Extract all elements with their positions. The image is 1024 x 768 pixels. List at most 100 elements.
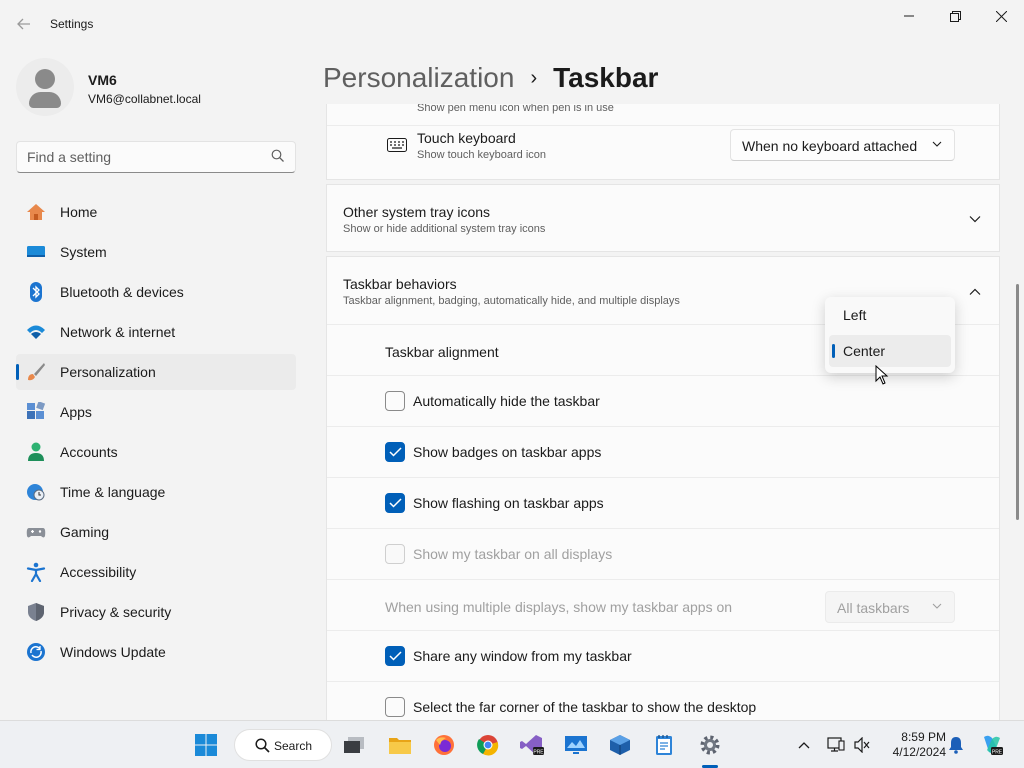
apps-icon [27, 402, 46, 419]
share-window-label: Share any window from my taskbar [413, 648, 632, 664]
back-button[interactable] [10, 10, 38, 38]
notepad-button[interactable] [648, 729, 680, 761]
auto-hide-checkbox[interactable] [385, 391, 405, 411]
taskbar-search-label: Search [274, 739, 313, 753]
system-icon [27, 246, 45, 257]
touch-keyboard-dropdown[interactable]: When no keyboard attached [730, 129, 955, 161]
sidebar-item-apps[interactable]: Apps [16, 394, 296, 430]
show-badges-checkbox[interactable] [385, 442, 405, 462]
other-tray-title: Other system tray icons [343, 204, 491, 220]
dropdown-value: When no keyboard attached [742, 138, 918, 154]
settings-content: Show pen menu icon when pen is in use To… [326, 104, 1000, 720]
chevron-up-icon[interactable] [969, 288, 981, 296]
page-title: Taskbar [553, 62, 659, 93]
user-email: VM6@collabnet.local [88, 92, 201, 106]
all-displays-label: Show my taskbar on all displays [413, 546, 613, 562]
chevron-down-icon[interactable] [969, 215, 981, 223]
sidebar-item-privacy[interactable]: Privacy & security [16, 594, 296, 630]
auto-hide-label: Automatically hide the taskbar [413, 393, 600, 409]
settings-search[interactable] [16, 141, 296, 173]
visual-studio-icon: PRE [520, 735, 544, 756]
scrollbar-thumb[interactable] [1016, 284, 1019, 520]
volume-button[interactable] [848, 729, 876, 761]
windows-taskbar: Search PRE 8:59 PM 4/12/2024 PRE [0, 720, 1024, 768]
other-tray-icons-card[interactable]: Other system tray icons Show or hide add… [326, 184, 1000, 252]
file-explorer-icon [389, 738, 411, 754]
maximize-button[interactable] [932, 0, 978, 32]
close-button[interactable] [978, 0, 1024, 32]
start-button[interactable] [190, 729, 222, 761]
volume-muted-icon [854, 737, 870, 753]
firefox-icon [434, 735, 454, 755]
sidebar-item-label: Windows Update [60, 644, 166, 660]
start-icon [195, 734, 217, 756]
share-window-checkbox[interactable] [385, 646, 405, 666]
search-input[interactable] [17, 142, 257, 172]
update-icon [27, 643, 45, 661]
user-name: VM6 [88, 72, 117, 88]
gamepad-icon [26, 528, 46, 538]
behaviors-title: Taskbar behaviors [343, 276, 457, 292]
minimize-button[interactable] [886, 0, 932, 32]
file-explorer-button[interactable] [384, 729, 416, 761]
sidebar-item-personalization[interactable]: Personalization [16, 354, 296, 390]
notifications-button[interactable] [944, 729, 968, 761]
user-profile[interactable]: VM6 VM6@collabnet.local [16, 58, 296, 118]
far-corner-checkbox[interactable] [385, 697, 405, 717]
network-status-button[interactable] [822, 729, 850, 761]
sidebar-item-accounts[interactable]: Accounts [16, 434, 296, 470]
far-corner-label: Select the far corner of the taskbar to … [413, 699, 757, 715]
sidebar-item-label: Gaming [60, 524, 110, 540]
sidebar-item-windows-update[interactable]: Windows Update [16, 634, 296, 670]
taskbar-search[interactable]: Search [234, 729, 332, 761]
touch-keyboard-subtitle: Show touch keyboard icon [417, 149, 547, 161]
visual-studio-button[interactable]: PRE [516, 729, 548, 761]
sidebar-item-home[interactable]: Home [16, 194, 296, 230]
shield-icon [28, 603, 44, 621]
other-tray-subtitle: Show or hide additional system tray icon… [343, 223, 546, 235]
svg-text:PRE: PRE [992, 750, 1003, 756]
show-flashing-label: Show flashing on taskbar apps [413, 495, 604, 511]
multi-display-dropdown[interactable]: All taskbars [825, 591, 955, 623]
copilot-button[interactable]: PRE [976, 729, 1008, 761]
app-title: Settings [50, 17, 94, 31]
all-displays-checkbox[interactable] [385, 544, 405, 564]
sidebar-item-label: Network & internet [60, 324, 176, 340]
back-arrow-icon [17, 18, 30, 30]
settings-button[interactable] [694, 729, 726, 761]
chevron-down-icon [932, 603, 942, 609]
minimize-icon [904, 15, 914, 17]
task-view-button[interactable] [338, 729, 370, 761]
firefox-button[interactable] [428, 729, 460, 761]
remote-desktop-button[interactable] [560, 729, 592, 761]
sidebar-item-time-language[interactable]: Time & language [16, 474, 296, 510]
settings-icon [700, 735, 720, 755]
svg-text:PRE: PRE [533, 750, 544, 756]
chevron-right-icon: › [530, 66, 538, 89]
show-flashing-checkbox[interactable] [385, 493, 405, 513]
sidebar-item-system[interactable]: System [16, 234, 296, 270]
breadcrumb-parent[interactable]: Personalization [323, 62, 514, 94]
checkmark-icon [389, 447, 402, 457]
alignment-option-left[interactable]: Left [829, 299, 951, 331]
sidebar-item-label: Time & language [60, 484, 166, 500]
taskbar-clock[interactable]: 8:59 PM 4/12/2024 [880, 730, 946, 760]
sidebar-item-bluetooth[interactable]: Bluetooth & devices [16, 274, 296, 310]
accessibility-icon [26, 562, 46, 582]
alignment-option-center[interactable]: Center [829, 335, 951, 367]
tray-icons-card: Show pen menu icon when pen is in use To… [326, 104, 1000, 180]
show-badges-label: Show badges on taskbar apps [413, 444, 602, 460]
show-hidden-icons-button[interactable] [790, 729, 818, 761]
sidebar-item-gaming[interactable]: Gaming [16, 514, 296, 550]
notepad-icon [656, 735, 672, 755]
virtualbox-button[interactable] [604, 729, 636, 761]
sidebar-item-label: System [60, 244, 107, 260]
sidebar-item-network[interactable]: Network & internet [16, 314, 296, 350]
chrome-button[interactable] [472, 729, 504, 761]
sidebar-nav: Home System Bluetooth & devices Network … [16, 194, 296, 674]
alignment-dropdown-menu: Left Center [825, 297, 955, 373]
dropdown-value: All taskbars [837, 600, 910, 616]
sidebar-item-accessibility[interactable]: Accessibility [16, 554, 296, 590]
close-icon [995, 10, 1007, 22]
sidebar-item-label: Privacy & security [60, 604, 172, 620]
